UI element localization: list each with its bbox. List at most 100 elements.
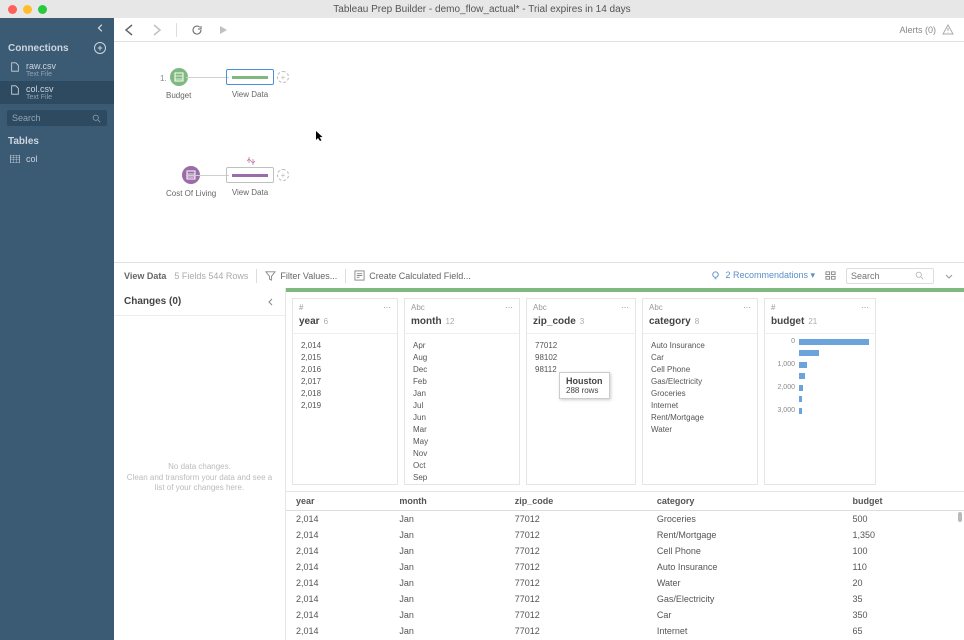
maximize-window[interactable]: [38, 5, 47, 14]
top-toolbar: Alerts (0): [114, 18, 964, 42]
collapse-sidebar-icon[interactable]: [96, 23, 106, 33]
more-options-icon[interactable]: [944, 271, 954, 281]
distinct-count: 8: [695, 317, 699, 326]
column-header[interactable]: zip_code: [505, 492, 647, 511]
field-name: year: [299, 316, 320, 327]
profile-card[interactable]: #⋯year 62,0142,0152,0162,0172,0182,019: [292, 298, 398, 485]
profile-value[interactable]: Cell Phone: [647, 364, 753, 375]
tables-heading: Tables: [0, 132, 114, 151]
profile-value[interactable]: Auto Insurance: [647, 340, 753, 351]
profile-cards: Houston 288 rows #⋯year 62,0142,0152,016…: [286, 292, 964, 491]
profile-value[interactable]: 2,019: [297, 400, 393, 411]
profile-search[interactable]: [846, 268, 934, 284]
table-row[interactable]: 2,014Jan77012Gas/Electricity35: [286, 591, 964, 607]
table-row[interactable]: 2,014Jan77012Rent/Mortgage1,350: [286, 527, 964, 543]
collapse-pane-icon[interactable]: [267, 298, 275, 306]
profile-value[interactable]: Jun: [409, 412, 515, 423]
table-row[interactable]: 2,014Jan77012Water20: [286, 575, 964, 591]
flow-canvas[interactable]: 1. Budget View Data + Cost Of Living Vie…: [114, 42, 964, 262]
profile-value[interactable]: Feb: [409, 376, 515, 387]
add-connection-button[interactable]: +: [94, 42, 106, 54]
recommendations-dropdown[interactable]: 2 Recommendations ▾: [710, 270, 815, 281]
profile-value[interactable]: Rent/Mortgage: [647, 412, 753, 423]
add-step-button[interactable]: +: [277, 71, 289, 83]
profile-card[interactable]: Abc⋯month 12AprAugDecFebJanJulJunMarMayN…: [404, 298, 520, 485]
field-name: budget: [771, 316, 804, 327]
back-button[interactable]: [124, 24, 136, 36]
profile-value[interactable]: Sep: [409, 472, 515, 483]
profile-value[interactable]: Nov: [409, 448, 515, 459]
changes-indicator-icon: [247, 157, 255, 165]
table-row[interactable]: 2,014Jan77012Auto Insurance110: [286, 559, 964, 575]
clean-step-2[interactable]: View Data: [226, 167, 274, 197]
filter-values-button[interactable]: Filter Values...: [265, 270, 337, 281]
file-icon: [10, 85, 20, 95]
profile-card[interactable]: Abc⋯category 8Auto InsuranceCarCell Phon…: [642, 298, 758, 485]
profile-value[interactable]: 2,018: [297, 388, 393, 399]
profile-search-input[interactable]: [851, 271, 915, 281]
scrollbar-thumb[interactable]: [958, 512, 962, 522]
profile-value[interactable]: 2,015: [297, 352, 393, 363]
field-menu-icon[interactable]: ⋯: [621, 303, 629, 312]
empty-changes-title: No data changes.: [168, 462, 231, 472]
profile-value[interactable]: 77012: [531, 340, 631, 351]
calc-icon: [354, 270, 365, 281]
profile-value[interactable]: Car: [647, 352, 753, 363]
flow-connector: [186, 175, 229, 176]
column-header[interactable]: year: [286, 492, 389, 511]
profile-value[interactable]: Jul: [409, 400, 515, 411]
table-row[interactable]: 2,014Jan77012Cell Phone100: [286, 543, 964, 559]
clean-step-1[interactable]: View Data: [226, 69, 274, 99]
field-menu-icon[interactable]: ⋯: [505, 303, 513, 312]
profile-card[interactable]: #⋯budget 2101,0002,0003,000: [764, 298, 876, 485]
profile-value[interactable]: Dec: [409, 364, 515, 375]
profile-value[interactable]: Gas/Electricity: [647, 376, 753, 387]
field-menu-icon[interactable]: ⋯: [383, 303, 391, 312]
profile-value[interactable]: Internet: [647, 400, 753, 411]
profile-value[interactable]: Jan: [409, 388, 515, 399]
profile-value[interactable]: 98102: [531, 352, 631, 363]
alerts-label[interactable]: Alerts (0): [899, 25, 936, 35]
table-row[interactable]: 2,014Jan77012Internet65: [286, 623, 964, 639]
data-grid[interactable]: yearmonthzip_codecategorybudget2,014Jan7…: [286, 491, 964, 640]
table-row[interactable]: 2,014Jan77012Groceries500: [286, 511, 964, 528]
profile-value[interactable]: Apr: [409, 340, 515, 351]
profile-value[interactable]: Aug: [409, 352, 515, 363]
forward-button[interactable]: [150, 24, 162, 36]
input-node-col[interactable]: Cost Of Living: [166, 166, 216, 198]
profile-value[interactable]: 2,014: [297, 340, 393, 351]
field-menu-icon[interactable]: ⋯: [861, 303, 869, 312]
profile-value[interactable]: Oct: [409, 460, 515, 471]
column-header[interactable]: month: [389, 492, 504, 511]
section-title: View Data: [124, 271, 166, 281]
field-type: Abc: [411, 303, 425, 312]
window-title: Tableau Prep Builder - demo_flow_actual*…: [333, 4, 630, 15]
table-item[interactable]: col: [0, 151, 114, 167]
profile-toolbar: View Data 5 Fields 544 Rows Filter Value…: [114, 262, 964, 288]
connection-item[interactable]: col.csvText File: [0, 81, 114, 104]
table-row[interactable]: 2,014Jan77012Car350: [286, 607, 964, 623]
sidebar-search-input[interactable]: [12, 113, 92, 123]
input-node-budget[interactable]: Budget: [166, 68, 191, 100]
sidebar-search[interactable]: [7, 110, 107, 126]
profile-value[interactable]: 2,017: [297, 376, 393, 387]
profile-value[interactable]: May: [409, 436, 515, 447]
run-flow-button[interactable]: [217, 24, 229, 36]
profile-value[interactable]: 2,016: [297, 364, 393, 375]
cursor-icon: [316, 131, 324, 141]
column-header[interactable]: category: [647, 492, 843, 511]
list-view-icon[interactable]: [825, 270, 836, 281]
profile-value[interactable]: Mar: [409, 424, 515, 435]
add-step-button[interactable]: +: [277, 169, 289, 181]
close-window[interactable]: [8, 5, 17, 14]
connection-item[interactable]: raw.csvText File: [0, 58, 114, 81]
field-menu-icon[interactable]: ⋯: [743, 303, 751, 312]
refresh-button[interactable]: [191, 24, 203, 36]
alert-icon[interactable]: [942, 24, 954, 36]
changes-pane: Changes (0) No data changes. Clean and t…: [114, 288, 286, 640]
create-calc-field-button[interactable]: Create Calculated Field...: [354, 270, 471, 281]
column-header[interactable]: budget: [843, 492, 964, 511]
profile-value[interactable]: Groceries: [647, 388, 753, 399]
minimize-window[interactable]: [23, 5, 32, 14]
profile-value[interactable]: Water: [647, 424, 753, 435]
